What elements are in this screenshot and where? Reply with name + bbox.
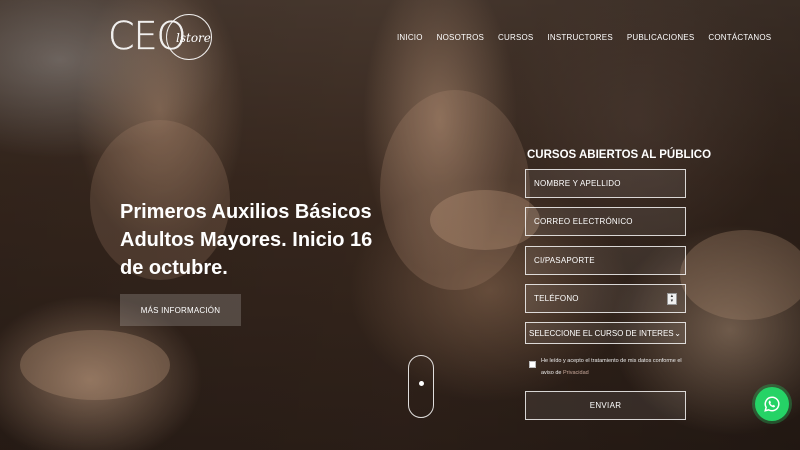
hero-title: Primeros Auxilios Básicos Adultos Mayore… [120, 201, 373, 279]
email-input[interactable]: CORREO ELECTRÓNICO [525, 207, 686, 236]
nav-item-nosotros[interactable]: NOSOTROS [437, 33, 484, 42]
consent-row: He leído y acepto el tratamiento de mis … [529, 355, 689, 379]
main-nav: INICIO NOSOTROS CURSOS INSTRUCTORES PUBL… [397, 33, 785, 42]
nav-item-cursos[interactable]: CURSOS [498, 33, 533, 42]
consent-text: He leído y acepto el tratamiento de mis … [541, 355, 689, 379]
course-select[interactable]: SELECCIONE EL CURSO DE INTERES ⌄ [525, 322, 686, 344]
chevron-down-icon: ⌄ [674, 328, 681, 338]
nav-item-instructores[interactable]: INSTRUCTORES [547, 33, 612, 42]
scroll-dot [419, 381, 424, 386]
ci-passport-input[interactable]: CI/PASAPORTE [525, 246, 686, 275]
whatsapp-button[interactable] [755, 387, 789, 421]
nav-item-inicio[interactable]: INICIO [397, 33, 423, 42]
more-info-button[interactable]: MÁS INFORMACIÓN [120, 294, 241, 326]
nav-item-contactanos[interactable]: CONTÁCTANOS [708, 33, 771, 42]
submit-button[interactable]: ENVIAR [525, 391, 686, 420]
whatsapp-icon [764, 396, 780, 412]
number-spinner-icon[interactable]: ▴ ▾ [667, 293, 677, 305]
scroll-mouse-icon[interactable] [408, 355, 434, 418]
form-title: CURSOS ABIERTOS AL PÚBLICO [527, 149, 712, 161]
name-input[interactable]: NOMBRE Y APELLIDO [525, 169, 686, 198]
phone-input[interactable]: TELÉFONO ▴ ▾ [525, 284, 686, 313]
privacy-link[interactable]: Privacidad [563, 370, 589, 376]
consent-checkbox[interactable] [529, 361, 536, 368]
logo[interactable]: CEO lstore [108, 14, 212, 60]
phone-placeholder: TELÉFONO [534, 294, 579, 303]
logo-subtext: lstore [176, 31, 211, 45]
course-select-value: SELECCIONE EL CURSO DE INTERES [529, 328, 674, 338]
nav-item-publicaciones[interactable]: PUBLICACIONES [627, 33, 695, 42]
